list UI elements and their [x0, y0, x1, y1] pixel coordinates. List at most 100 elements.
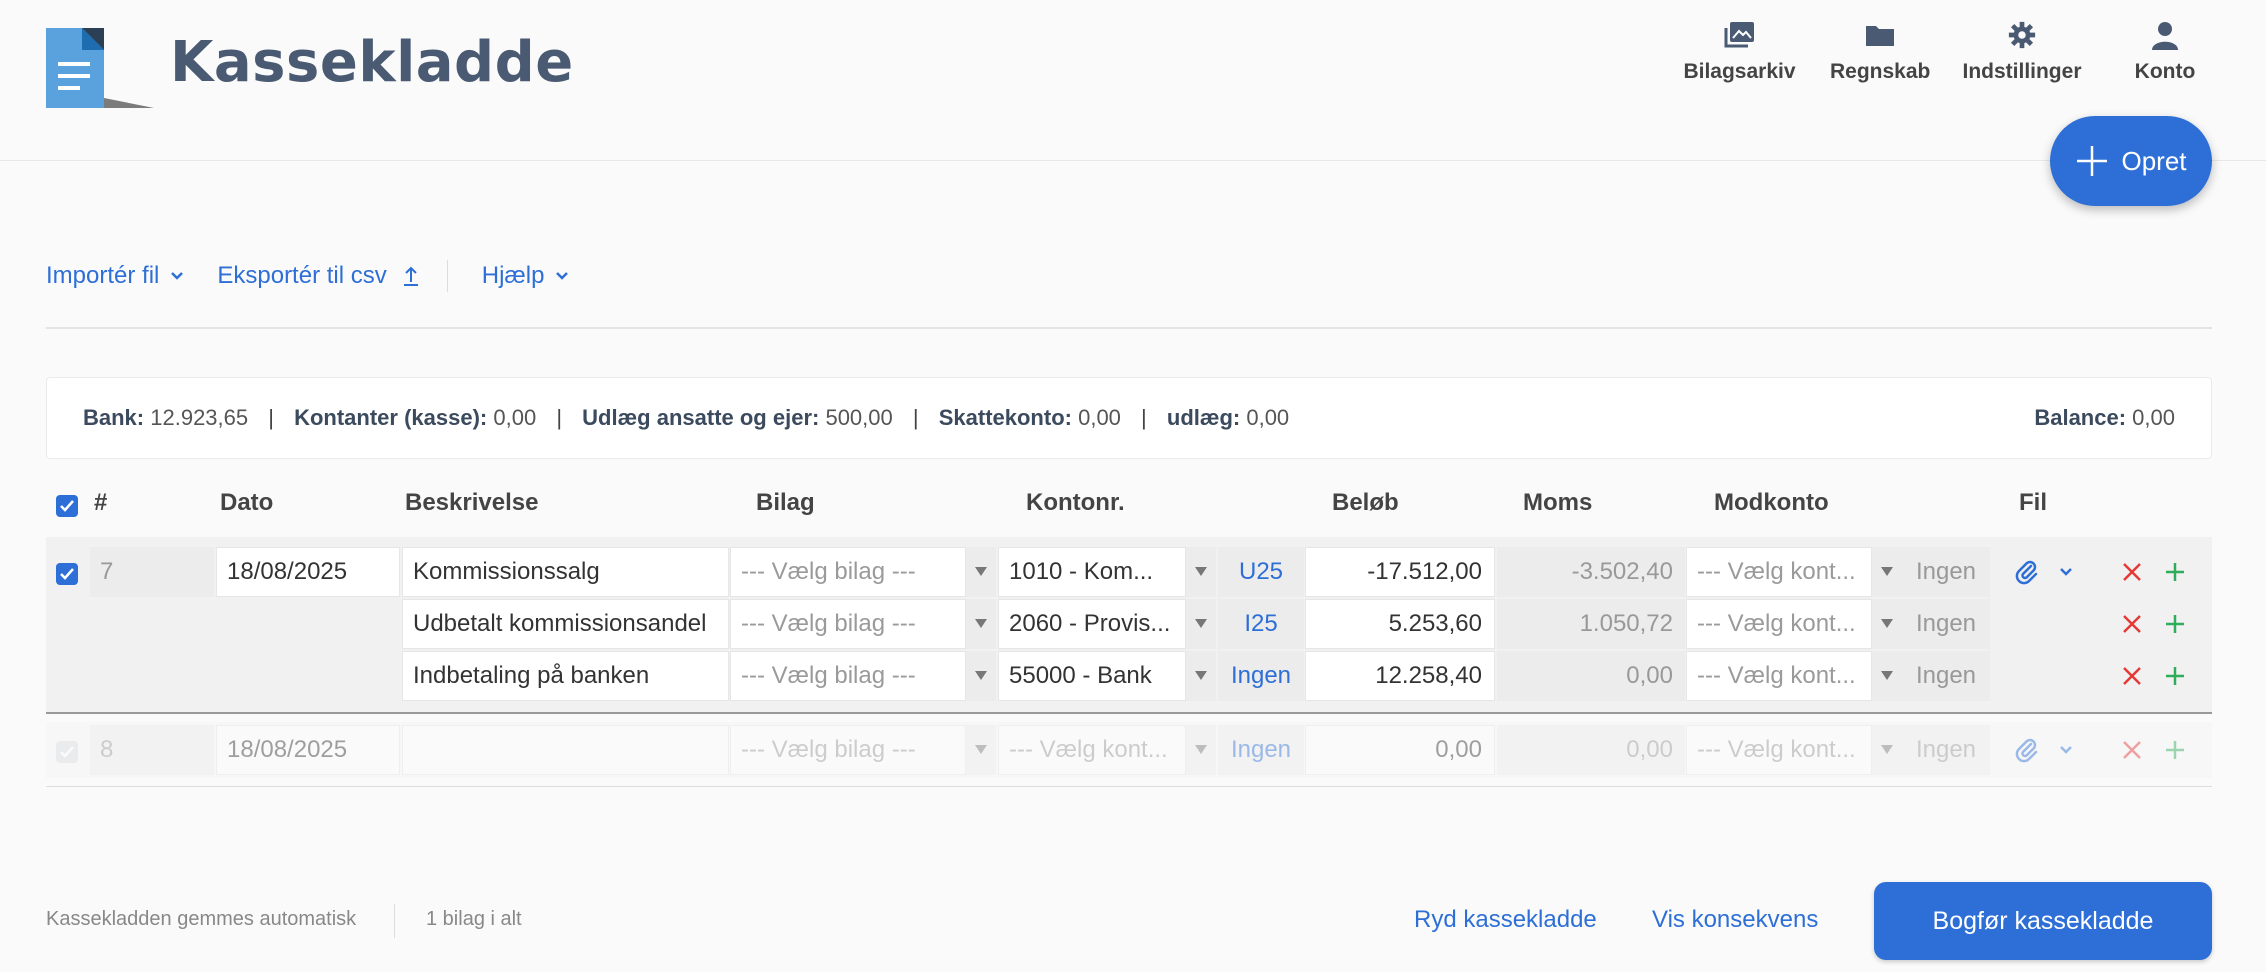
- caret-down-icon: [1881, 745, 1893, 754]
- counter-vat-link[interactable]: Ingen: [1902, 651, 1990, 701]
- voucher-select[interactable]: --- Vælg bilag ---: [730, 725, 966, 775]
- counter-account-select[interactable]: --- Vælg kont...: [1686, 725, 1872, 775]
- vat-code-link[interactable]: Ingen: [1218, 725, 1304, 775]
- amount-input[interactable]: -17.512,00: [1305, 547, 1495, 597]
- post-journal-button[interactable]: Bogfør kassekladde: [1874, 882, 2212, 960]
- delete-line-icon[interactable]: [2121, 613, 2143, 635]
- caret-down-icon: [975, 745, 987, 754]
- delete-line-icon[interactable]: [2121, 561, 2143, 583]
- nav-indstillinger[interactable]: Indstillinger: [1962, 20, 2082, 84]
- account-select[interactable]: 55000 - Bank: [998, 651, 1186, 701]
- help-menu[interactable]: Hjælp: [482, 262, 571, 290]
- show-consequence-button[interactable]: Vis konsekvens: [1652, 906, 1818, 934]
- counter-account-select[interactable]: --- Vælg kont...: [1686, 651, 1872, 701]
- voucher-select[interactable]: --- Vælg bilag ---: [730, 599, 966, 649]
- import-file-menu[interactable]: Importér fil: [46, 262, 185, 290]
- voucher-select[interactable]: --- Vælg bilag ---: [730, 547, 966, 597]
- tax-value: 0,00: [1078, 405, 1121, 430]
- account-dropdown-toggle[interactable]: [1186, 725, 1216, 775]
- account-dropdown-toggle[interactable]: [1186, 599, 1216, 649]
- delete-line-icon[interactable]: [2121, 665, 2143, 687]
- vat-code-link[interactable]: I25: [1218, 599, 1304, 649]
- counter-dropdown-toggle[interactable]: [1872, 547, 1902, 597]
- nav-konto[interactable]: Konto: [2120, 20, 2210, 84]
- account-select[interactable]: 1010 - Kom...: [998, 547, 1186, 597]
- vat-amount: 1.050,72: [1497, 599, 1685, 649]
- document-logo-icon: [46, 28, 154, 108]
- toolbar-divider: [446, 260, 448, 292]
- image-archive-icon: [1724, 22, 1754, 48]
- counter-dropdown-toggle[interactable]: [1872, 651, 1902, 701]
- plus-icon: [2077, 146, 2108, 176]
- voucher-dropdown-toggle[interactable]: [966, 547, 996, 597]
- account-dropdown-toggle[interactable]: [1186, 651, 1216, 701]
- add-line-icon[interactable]: [2164, 561, 2186, 583]
- vat-amount: 0,00: [1497, 651, 1685, 701]
- amount-input[interactable]: 12.258,40: [1305, 651, 1495, 701]
- date-input[interactable]: 18/08/2025: [216, 725, 400, 775]
- counter-account-select[interactable]: --- Vælg kont...: [1686, 599, 1872, 649]
- caret-down-icon: [1881, 619, 1893, 628]
- counter-dropdown-toggle[interactable]: [1872, 599, 1902, 649]
- date-input[interactable]: 18/08/2025: [216, 547, 400, 597]
- voucher-dropdown-toggle[interactable]: [966, 725, 996, 775]
- cash-label: Kontanter (kasse):: [294, 405, 488, 430]
- bank-label: Bank:: [83, 405, 145, 430]
- paperclip-icon[interactable]: [2014, 559, 2040, 585]
- nav-bilagsarkiv[interactable]: Bilagsarkiv: [1682, 20, 1797, 84]
- row-checkbox[interactable]: [56, 741, 78, 763]
- vat-amount: -3.502,40: [1497, 547, 1685, 597]
- gear-icon: [2008, 21, 2036, 49]
- column-file: Fil: [2019, 489, 2047, 516]
- description-input[interactable]: Udbetalt kommissionsandel: [402, 599, 729, 649]
- column-date: Dato: [220, 489, 274, 516]
- outlay-value: 500,00: [825, 405, 893, 430]
- clear-journal-button[interactable]: Ryd kassekladde: [1414, 906, 1597, 934]
- voucher-count: 1 bilag i alt: [426, 908, 522, 930]
- entry-number: 7: [90, 547, 214, 597]
- add-line-icon[interactable]: [2164, 739, 2186, 761]
- file-menu-chevron-icon[interactable]: [2058, 744, 2074, 756]
- voucher-select[interactable]: --- Vælg bilag ---: [730, 651, 966, 701]
- file-menu-chevron-icon[interactable]: [2058, 566, 2074, 578]
- caret-down-icon: [1881, 567, 1893, 576]
- row-checkbox[interactable]: [56, 563, 78, 585]
- voucher-dropdown-toggle[interactable]: [966, 651, 996, 701]
- vat-amount: 0,00: [1497, 725, 1685, 775]
- account-select[interactable]: --- Vælg kont...: [998, 725, 1186, 775]
- vat-code-link[interactable]: U25: [1218, 547, 1304, 597]
- vat-code-link[interactable]: Ingen: [1218, 651, 1304, 701]
- entry-number: 8: [90, 725, 214, 775]
- check-icon: [60, 568, 74, 580]
- counter-vat-link[interactable]: Ingen: [1902, 599, 1990, 649]
- counter-vat-link[interactable]: Ingen: [1902, 725, 1990, 775]
- description-input[interactable]: [402, 725, 729, 775]
- export-csv-button[interactable]: Eksportér til csv: [217, 262, 420, 290]
- counter-account-select[interactable]: --- Vælg kont...: [1686, 547, 1872, 597]
- delete-line-icon[interactable]: [2121, 739, 2143, 761]
- add-line-icon[interactable]: [2164, 613, 2186, 635]
- account-select[interactable]: 2060 - Provis...: [998, 599, 1186, 649]
- udlaeg-label: udlæg:: [1166, 405, 1241, 430]
- counter-dropdown-toggle[interactable]: [1872, 725, 1902, 775]
- page-title: Kassekladde: [170, 30, 574, 95]
- voucher-dropdown-toggle[interactable]: [966, 599, 996, 649]
- select-all-checkbox[interactable]: [56, 495, 78, 517]
- paperclip-icon[interactable]: [2014, 737, 2040, 763]
- counter-vat-link[interactable]: Ingen: [1902, 547, 1990, 597]
- row-divider: [46, 786, 2212, 787]
- column-vat: Moms: [1523, 489, 1593, 516]
- balance-value: 0,00: [2132, 405, 2175, 430]
- caret-down-icon: [1195, 671, 1207, 680]
- column-description: Beskrivelse: [405, 489, 539, 516]
- description-input[interactable]: Indbetaling på banken: [402, 651, 729, 701]
- app-header: Kassekladde Bilagsarkiv Regnskab Indstil…: [0, 0, 2266, 161]
- create-button[interactable]: Opret: [2050, 116, 2212, 206]
- amount-input[interactable]: 0,00: [1305, 725, 1495, 775]
- folder-icon: [1866, 26, 1894, 46]
- add-line-icon[interactable]: [2164, 665, 2186, 687]
- account-dropdown-toggle[interactable]: [1186, 547, 1216, 597]
- amount-input[interactable]: 5.253,60: [1305, 599, 1495, 649]
- description-input[interactable]: Kommissionssalg: [402, 547, 729, 597]
- nav-regnskab[interactable]: Regnskab: [1830, 20, 1930, 84]
